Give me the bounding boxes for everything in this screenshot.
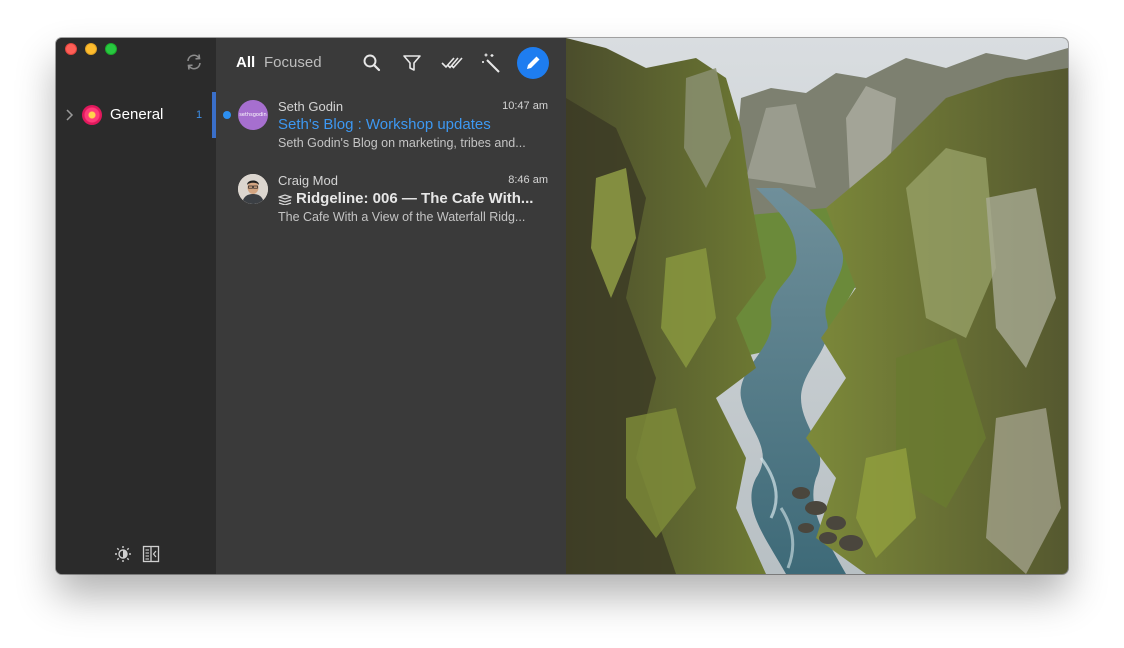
filter-icon[interactable]: [401, 52, 423, 74]
mail-window: General 1 All Focused sethsgodin Seth Go…: [56, 38, 1068, 574]
unread-count-badge: 1: [196, 109, 203, 121]
sidebar: General 1: [56, 38, 216, 574]
chevron-right-icon[interactable]: [64, 108, 74, 122]
message-time: 10:47 am: [502, 100, 548, 112]
double-check-icon[interactable]: [441, 52, 463, 74]
message-subject: Ridgeline: 006 — The Cafe With...: [296, 190, 534, 207]
message-subject-row: Ridgeline: 006 — The Cafe With...: [278, 190, 548, 207]
sender-avatar: [238, 174, 268, 204]
message-preview: Seth Godin's Blog on marketing, tribes a…: [278, 136, 526, 150]
tab-all[interactable]: All: [236, 54, 255, 71]
message-list-pane: All Focused sethsgodin Seth Godin 10:47 …: [216, 38, 566, 574]
person-photo-icon: [238, 174, 268, 204]
message-preview: The Cafe With a View of the Waterfall Ri…: [278, 210, 526, 224]
layers-icon: [278, 193, 292, 205]
sync-icon[interactable]: [184, 52, 204, 72]
sidebar-footer: [114, 545, 160, 563]
account-avatar: [82, 105, 102, 125]
compose-button[interactable]: [517, 47, 549, 79]
close-window-button[interactable]: [65, 43, 77, 55]
canyon-photo-illustration: [566, 38, 1068, 574]
minimize-window-button[interactable]: [85, 43, 97, 55]
message-row[interactable]: Craig Mod 8:46 am Ridgeline: 006 — The C…: [216, 168, 566, 238]
zoom-window-button[interactable]: [105, 43, 117, 55]
message-time: 8:46 am: [508, 174, 548, 186]
avatar-text: sethsgodin: [239, 112, 267, 118]
canyon-background-photo: [566, 38, 1068, 574]
brightness-icon[interactable]: [114, 545, 132, 563]
sidebar-item-general[interactable]: General 1: [56, 100, 216, 130]
unread-indicator: [223, 111, 231, 119]
window-controls: [65, 43, 117, 55]
tab-focused[interactable]: Focused: [264, 54, 322, 71]
layout-toggle-icon[interactable]: [142, 545, 160, 563]
message-subject: Seth's Blog : Workshop updates: [278, 116, 491, 133]
sender-name: Craig Mod: [278, 173, 338, 188]
pencil-icon: [527, 56, 540, 69]
magic-wand-icon[interactable]: [481, 52, 503, 74]
sender-avatar: sethsgodin: [238, 100, 268, 130]
sender-name: Seth Godin: [278, 99, 344, 114]
message-row[interactable]: sethsgodin Seth Godin 10:47 am Seth's Bl…: [216, 94, 566, 164]
search-icon[interactable]: [361, 52, 383, 74]
account-name: General: [110, 106, 164, 123]
